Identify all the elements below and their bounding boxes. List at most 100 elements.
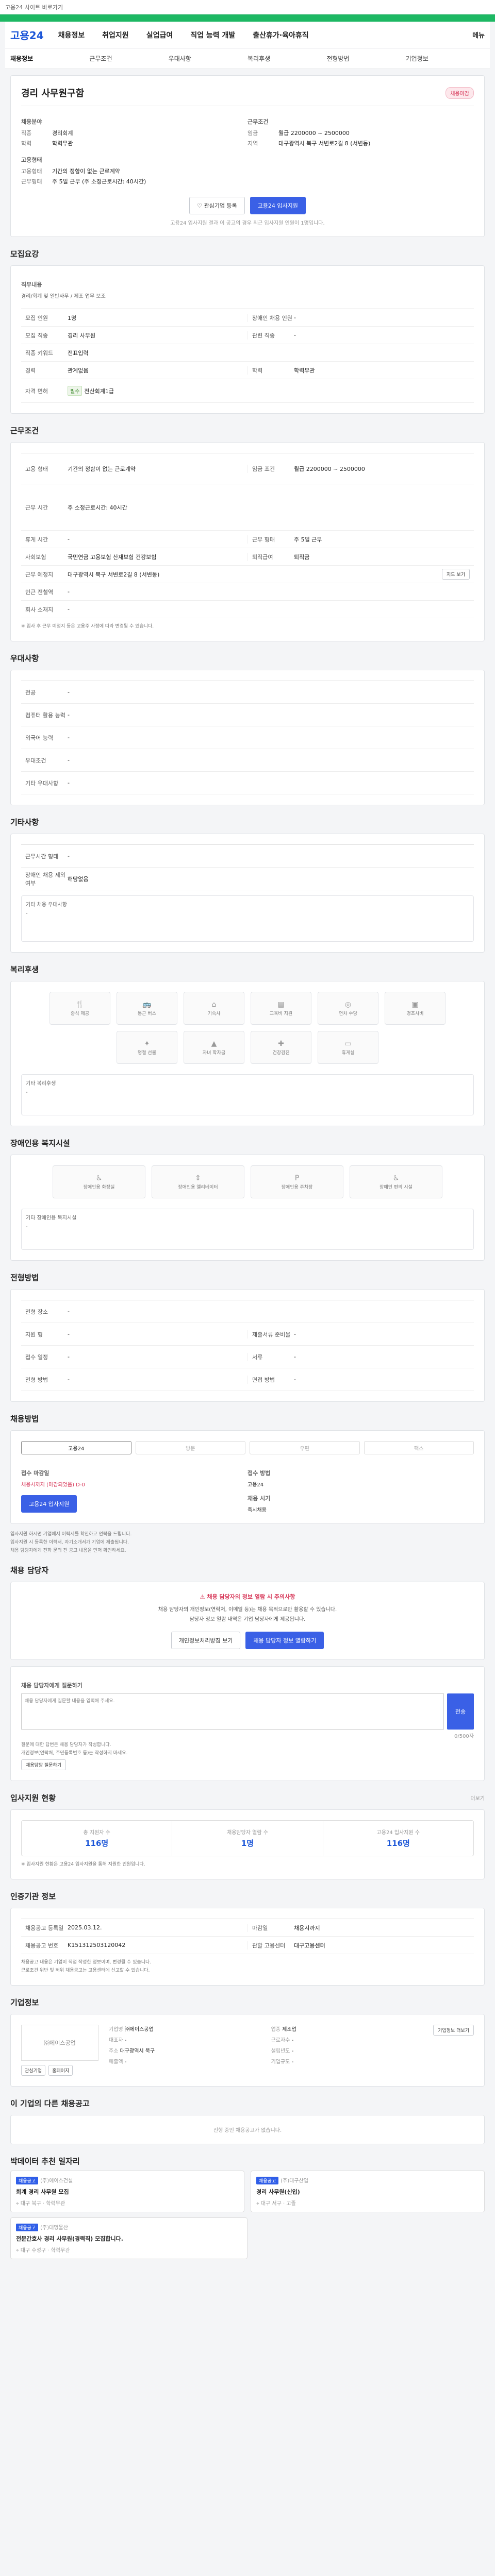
ask-textarea[interactable]: 채용 담당자에게 질문할 내용을 입력해 주세요. bbox=[21, 1693, 444, 1730]
pin-icon: ⌖ bbox=[16, 2201, 19, 2207]
section-tabs: 채용정보 근무조건 우대사항 복리후생 전형방법 기업정보 bbox=[5, 48, 490, 69]
ask-question-button[interactable]: 채용담당 질문하기 bbox=[21, 1759, 67, 1770]
welfare-item: ◎ 연차 수당 bbox=[318, 992, 378, 1025]
row-key: 회사 소재지 bbox=[25, 606, 54, 613]
method-tab-visit[interactable]: 방문 bbox=[135, 1441, 245, 1454]
facility-label: 장애인용 엘리베이터 bbox=[178, 1184, 218, 1190]
top-notice-text: 고용24 사이트 바로가기 bbox=[5, 4, 63, 11]
company-value: 대구광역시 북구 bbox=[120, 2048, 155, 2054]
section-title-welfare: 복리후생 bbox=[10, 965, 39, 974]
section-title-method: 채용방법 bbox=[10, 1414, 39, 1423]
row-value: K151312503120042 bbox=[68, 1942, 126, 1948]
tab-work[interactable]: 근무조건 bbox=[89, 54, 168, 63]
row-key: 제출서류 준비물 bbox=[248, 1330, 294, 1338]
company-value: ㈜에이스공업 bbox=[124, 2027, 154, 2032]
ask-bullet: 질문에 대한 답변은 채용 담당자가 작성합니다. bbox=[21, 1742, 111, 1748]
privacy-policy-button[interactable]: 개인정보처리방침 보기 bbox=[171, 1632, 241, 1649]
row-key: 기타 우대사항 bbox=[25, 779, 59, 787]
row-value: - bbox=[68, 734, 70, 741]
job-company: (주)에이스건설 bbox=[40, 2178, 73, 2184]
row-value: 경리 사무원 bbox=[68, 332, 96, 339]
disabled-icon-grid: ♿ 장애인용 화장실 ⇕ 장애인용 엘리베이터 P 장애인용 주차장 ♿ 장애인 편의 … bbox=[21, 1165, 474, 1198]
row-key: 채용공고 번호 bbox=[25, 1942, 59, 1949]
menu-button[interactable]: 메뉴 bbox=[472, 30, 485, 40]
info-bullet: 채용공고 내용은 기업이 직접 작성한 정보이며, 변경될 수 있습니다. bbox=[21, 1960, 152, 1965]
facility-item: ♿ 장애인 편의 시설 bbox=[350, 1165, 442, 1198]
row-value: 해당없음 bbox=[68, 875, 89, 883]
work-table: 고용 형태 기간의 정함이 없는 근로계약 임금 조건 월급 2200000 ~ 25… bbox=[21, 453, 474, 618]
tab-recruit[interactable]: 채용정보 bbox=[10, 54, 89, 63]
row-key: 컴퓨터 활용 능력 bbox=[25, 711, 65, 719]
facility-label: 장애인용 주차장 bbox=[281, 1184, 313, 1190]
tab-company[interactable]: 기업정보 bbox=[406, 54, 485, 63]
gnb-item-training[interactable]: 직업 능력 개발 bbox=[190, 30, 235, 40]
contact-warning: ⚠ 채용 담당자의 정보 열람 시 주의사항 bbox=[21, 1592, 474, 1601]
similar-job-card[interactable]: 채용공고 (주)에이스건설 회계 경리 사무원 모집 ⌖ 대구 북구 · 학력무관 bbox=[10, 2171, 244, 2212]
similar-job-card[interactable]: 채용공고 (주)대구산업 경리 사무원(신입) ⌖ 대구 서구 · 고졸 bbox=[251, 2171, 485, 2212]
row-value: - bbox=[68, 711, 70, 718]
apply-date-value: 채용시까지 (마감되었음) D-0 bbox=[21, 1482, 85, 1488]
summary-value: 대구광역시 북구 서변로2길 8 (서변동) bbox=[278, 140, 371, 147]
row-key: 전형 방법 bbox=[25, 1376, 48, 1383]
alert-icon: ⚠ bbox=[200, 1594, 205, 1600]
method-tab-mail[interactable]: 우편 bbox=[250, 1441, 360, 1454]
company-interest-button[interactable]: 관심기업 bbox=[21, 2065, 46, 2076]
global-nav: 고용24 채용정보 취업지원 실업급여 직업 능력 개발 출산휴가·육아휴직 메… bbox=[5, 22, 490, 48]
tab-selection[interactable]: 전형방법 bbox=[326, 54, 405, 63]
company-value: - bbox=[291, 2038, 294, 2043]
site-logo[interactable]: 고용24 bbox=[10, 27, 44, 42]
row-value: 주 5일 근무 bbox=[294, 536, 322, 543]
map-button[interactable]: 지도 보기 bbox=[442, 569, 470, 580]
company-home-button[interactable]: 홈페이지 bbox=[48, 2065, 73, 2076]
tab-pref[interactable]: 우대사항 bbox=[169, 54, 248, 63]
job-tag: 채용공고 bbox=[16, 2224, 39, 2231]
method-apply-button[interactable]: 고용24 입사지원 bbox=[21, 1495, 77, 1513]
facility-label: 장애인 편의 시설 bbox=[380, 1184, 412, 1190]
method-bullet: 채용 담당자에게 전화 문의 전 공고 내용을 먼저 확인하세요. bbox=[10, 1548, 126, 1553]
job-title: 경리 사무원구함 bbox=[21, 88, 85, 99]
work-note: ※ 입사 후 근무 예정지 등은 고용주 사정에 따라 변경될 수 있습니다. bbox=[21, 624, 154, 629]
method-tab-online[interactable]: 고용24 bbox=[21, 1441, 131, 1454]
row-key: 직종 키워드 bbox=[25, 349, 54, 357]
company-more-button[interactable]: 기업정보 더보기 bbox=[433, 2025, 474, 2036]
ask-send-button[interactable]: 전송 bbox=[447, 1693, 474, 1730]
row-value: 전표입력 bbox=[68, 349, 89, 357]
disabled-extra-value: - bbox=[26, 1224, 28, 1230]
row-key: 근무 형태 bbox=[248, 535, 294, 544]
section-title-recruit: 모집요강 bbox=[10, 249, 39, 259]
gift-icon: ▣ bbox=[411, 1000, 419, 1009]
row-key: 관련 직종 bbox=[248, 331, 294, 340]
ask-label: 채용 담당자에게 질문하기 bbox=[21, 1682, 82, 1689]
row-key: 마감일 bbox=[248, 1923, 294, 1932]
row-key: 경력 bbox=[25, 367, 36, 374]
method-tab-fax[interactable]: 팩스 bbox=[364, 1441, 474, 1454]
row-key: 면접 방법 bbox=[248, 1375, 294, 1384]
company-key: 기업명 bbox=[109, 2027, 123, 2032]
etc-extra-value: - bbox=[26, 911, 28, 917]
work-card: 고용 형태 기간의 정함이 없는 근로계약 임금 조건 월급 2200000 ~ 25… bbox=[10, 442, 485, 641]
disabled-extra-label: 기타 장애인용 복지시설 bbox=[26, 1215, 77, 1221]
company-value: - bbox=[291, 2048, 294, 2054]
apply-status-more[interactable]: 더보기 bbox=[470, 1794, 485, 1802]
summary-key: 학력 bbox=[21, 140, 32, 147]
row-key: 모집 인원 bbox=[25, 314, 48, 321]
tab-welfare[interactable]: 복리후생 bbox=[248, 54, 326, 63]
similar-job-card[interactable]: 채용공고 (주)대명물산 전문간호사 경리 사무원(경력직) 모집합니다. ⌖ 대… bbox=[10, 2217, 248, 2259]
gnb-item-unemployment[interactable]: 실업급여 bbox=[146, 30, 173, 40]
row-key: 근무 시간 bbox=[25, 504, 48, 511]
job-title: 전문간호사 경리 사무원(경력직) 모집합니다. bbox=[16, 2235, 123, 2242]
gnb-item-leave[interactable]: 출산휴가·육아휴직 bbox=[253, 30, 308, 40]
apply-button[interactable]: 고용24 입사지원 bbox=[250, 197, 306, 214]
counter-value: 116명 bbox=[386, 1839, 410, 1848]
row-value: - bbox=[294, 1331, 296, 1337]
view-contact-button[interactable]: 채용 담당자 정보 열람하기 bbox=[245, 1632, 324, 1649]
process-value: 고용24 bbox=[248, 1482, 264, 1488]
meal-icon: 🍴 bbox=[75, 1000, 85, 1009]
process-label: 접수 방법 bbox=[248, 1470, 271, 1477]
ask-count: 0/500자 bbox=[454, 1734, 474, 1739]
row-value: 1명 bbox=[68, 314, 77, 321]
interest-company-button[interactable]: ♡ 관심기업 등록 bbox=[189, 197, 245, 214]
welfare-label: 연차 수당 bbox=[339, 1011, 357, 1016]
gnb-item-jobs[interactable]: 채용정보 bbox=[58, 30, 85, 40]
gnb-item-support[interactable]: 취업지원 bbox=[102, 30, 129, 40]
